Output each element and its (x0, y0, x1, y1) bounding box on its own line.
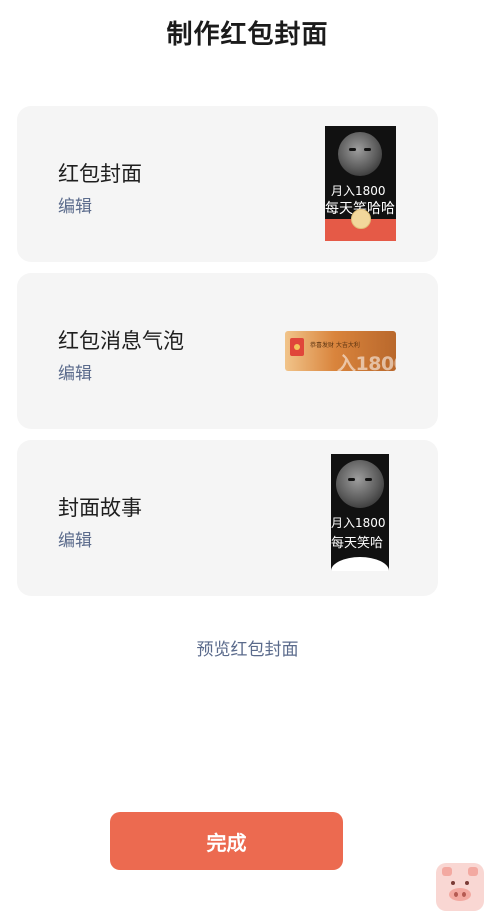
red-envelope-icon (290, 338, 304, 356)
bubble-meme-text: 入1800 (337, 353, 396, 371)
story-meme-line2: 每天笑哈 (331, 536, 384, 551)
bubble-edit-link[interactable]: 编辑 (58, 359, 92, 384)
cover-edit-link[interactable]: 编辑 (58, 192, 92, 217)
cover-card-title: 红包封面 (58, 162, 142, 186)
pig-mascot-icon (436, 863, 484, 911)
page-title: 制作红包封面 (166, 20, 329, 50)
meme-face-image (338, 132, 382, 176)
story-thumbnail[interactable]: 月入1800 每天笑哈 (331, 454, 389, 571)
cover-card[interactable]: 红包封面 编辑 月入1800 每天笑哈哈 (17, 106, 438, 262)
story-meme-line1: 月入1800 (331, 516, 386, 530)
bubble-card-title: 红包消息气泡 (58, 329, 184, 353)
story-bottom-curve (331, 557, 389, 571)
meme-face-image (336, 460, 384, 508)
story-edit-link[interactable]: 编辑 (58, 526, 92, 551)
cover-thumbnail[interactable]: 月入1800 每天笑哈哈 (325, 126, 396, 241)
done-button[interactable]: 完成 (110, 812, 343, 870)
cover-meme-line1: 月入1800 (331, 184, 386, 198)
cover-coin-icon (351, 209, 371, 229)
preview-cover-link[interactable]: 预览红包封面 (0, 635, 495, 660)
bubble-thumbnail[interactable]: 恭喜发财 大吉大利 入1800 (285, 331, 396, 371)
bubble-greeting: 恭喜发财 大吉大利 (310, 342, 360, 349)
story-card[interactable]: 封面故事 编辑 月入1800 每天笑哈 (17, 440, 438, 596)
story-card-title: 封面故事 (58, 496, 142, 520)
bubble-card[interactable]: 红包消息气泡 编辑 恭喜发财 大吉大利 入1800 (17, 273, 438, 429)
